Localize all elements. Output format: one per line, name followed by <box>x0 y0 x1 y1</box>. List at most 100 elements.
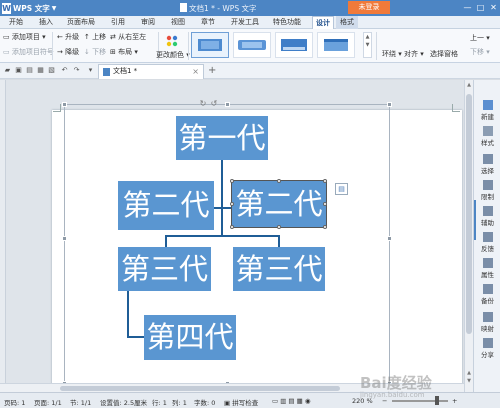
undo-icon[interactable]: ↶ <box>60 66 69 75</box>
node-gen3-left[interactable]: 第三代 <box>118 247 211 291</box>
view-mode-icons[interactable]: ▭ ▥ ▤ ▦ ◉ <box>272 397 311 405</box>
connector-gen4-vertical <box>127 289 129 337</box>
document-icon <box>180 3 187 12</box>
palette-icon[interactable] <box>165 34 179 48</box>
spell-check-toggle[interactable]: ▣ 拼写检查 <box>224 397 258 407</box>
tab-home[interactable]: 开始 <box>6 16 26 29</box>
new-doc-icon <box>482 100 493 110</box>
layout-button[interactable]: ⊞ 布局 ▾ <box>110 48 138 57</box>
task-assist[interactable]: 辅助 <box>474 206 500 227</box>
task-new[interactable]: 新建 <box>474 100 500 121</box>
move-down-button[interactable]: ↓ 下移 <box>84 48 106 57</box>
node-handle[interactable] <box>277 225 281 229</box>
right-to-left-button[interactable]: ⇄ 从右至左 <box>110 33 146 42</box>
selection-pane-button[interactable]: 选择窗格 <box>430 50 458 59</box>
wrap-button[interactable]: 环绕 ▾ <box>382 50 402 59</box>
node-handle[interactable] <box>277 179 281 183</box>
node-handle[interactable] <box>323 179 327 183</box>
scrollbar-thumb[interactable] <box>466 94 472 334</box>
status-page: 页码: 1 <box>4 399 26 407</box>
gallery-scroll[interactable]: ▲ ▼ <box>363 32 372 58</box>
resize-handle[interactable] <box>225 102 230 107</box>
tab-design[interactable]: 设计 <box>312 16 334 29</box>
open-icon[interactable]: ▰ <box>3 66 12 75</box>
tab-page-layout[interactable]: 页面布局 <box>66 16 96 29</box>
new-tab-button[interactable]: + <box>208 65 216 76</box>
layout-options-icon[interactable]: ▤ <box>335 183 348 195</box>
task-mapping[interactable]: 映射 <box>474 312 500 333</box>
title-bar: W WPS 文字 ▼ 文档1 * - WPS 文字 未登录 — □ ✕ <box>0 0 500 16</box>
resize-handle[interactable] <box>387 102 392 107</box>
customize-toolbar-icon[interactable]: ▾ <box>86 66 95 75</box>
task-properties[interactable]: 属性 <box>474 258 500 279</box>
bring-forward-button[interactable]: 上一 ▾ <box>470 34 490 43</box>
window-title: 文档1 * - WPS 文字 <box>180 3 256 14</box>
add-bullet-button[interactable]: ▭ 添加项目符号 <box>3 48 54 57</box>
node-handle[interactable] <box>323 202 327 206</box>
status-words[interactable]: 字数: 0 <box>194 397 215 407</box>
resize-handle[interactable] <box>62 236 67 241</box>
share-icon <box>482 338 493 348</box>
layout-style-1[interactable] <box>191 32 229 58</box>
tab-format[interactable]: 格式 <box>336 16 358 29</box>
preview-icon[interactable]: ▧ <box>47 66 56 75</box>
move-up-button[interactable]: ↑ 上移 <box>84 33 106 42</box>
vertical-scrollbar[interactable]: ▲ ▲ ▼ <box>464 80 473 392</box>
login-button[interactable]: 未登录 <box>348 1 390 14</box>
layout-style-4[interactable] <box>317 32 355 58</box>
resize-handle[interactable] <box>387 236 392 241</box>
tab-developer[interactable]: 开发工具 <box>230 16 260 29</box>
node-gen2-right[interactable]: 第二代 <box>231 180 327 228</box>
node-handle[interactable] <box>323 225 327 229</box>
export-pdf-icon[interactable]: ▤ <box>25 66 34 75</box>
rotate-icon[interactable]: ↺ <box>210 100 218 108</box>
node-gen4[interactable]: 第四代 <box>144 315 236 360</box>
save-icon[interactable]: ▣ <box>14 66 23 75</box>
document-tab[interactable]: 文档1 * × <box>98 64 204 79</box>
tab-references[interactable]: 引用 <box>108 16 128 29</box>
app-menu-button[interactable]: W WPS 文字 ▼ <box>2 2 56 14</box>
close-button[interactable]: ✕ <box>487 0 500 16</box>
properties-icon <box>482 258 493 268</box>
node-handle[interactable] <box>230 202 234 206</box>
node-handle[interactable] <box>230 225 234 229</box>
tab-sections[interactable]: 章节 <box>198 16 218 29</box>
task-styles[interactable]: 样式 <box>474 126 500 147</box>
redo-icon[interactable]: ↷ <box>72 66 81 75</box>
task-backup[interactable]: 备份 <box>474 284 500 305</box>
task-select[interactable]: 选择 <box>474 154 500 175</box>
layout-style-3[interactable] <box>275 32 313 58</box>
node-gen2-left[interactable]: 第二代 <box>118 181 214 230</box>
task-feedback[interactable]: 反馈 <box>474 232 500 253</box>
node-gen3-right[interactable]: 第三代 <box>233 247 325 291</box>
tab-view[interactable]: 视图 <box>168 16 188 29</box>
task-restrict[interactable]: 限制 <box>474 180 500 201</box>
minimize-button[interactable]: — <box>461 0 474 16</box>
change-color-button[interactable]: 更改颜色 ▾ <box>156 51 190 60</box>
backup-icon <box>482 284 493 294</box>
node-handle[interactable] <box>230 179 234 183</box>
promote-button[interactable]: ← 升级 <box>57 33 79 42</box>
add-item-button[interactable]: ▭ 添加项目 ▾ <box>3 33 46 42</box>
maximize-button[interactable]: □ <box>474 0 487 16</box>
scrollbar-thumb[interactable] <box>60 386 340 391</box>
resize-handle[interactable] <box>62 102 67 107</box>
close-tab-icon[interactable]: × <box>192 65 199 78</box>
tab-review[interactable]: 审阅 <box>138 16 158 29</box>
rotate-icon[interactable]: ↻ <box>199 100 207 108</box>
scroll-up-icon[interactable]: ▲ <box>465 82 473 88</box>
status-pages[interactable]: 页面: 1/1 <box>34 397 62 407</box>
send-backward-button[interactable]: 下移 ▾ <box>470 48 490 57</box>
task-share[interactable]: 分享 <box>474 338 500 359</box>
assist-icon <box>482 206 493 216</box>
print-icon[interactable]: ▦ <box>36 66 45 75</box>
node-gen1[interactable]: 第一代 <box>176 116 268 160</box>
chevron-down-icon: ▼ <box>51 4 57 12</box>
tab-special[interactable]: 特色功能 <box>272 16 302 29</box>
align-button[interactable]: 对齐 ▾ <box>404 50 424 59</box>
tab-insert[interactable]: 插入 <box>36 16 56 29</box>
window-controls: — □ ✕ <box>461 0 500 16</box>
demote-button[interactable]: → 降级 <box>57 48 79 57</box>
layout-style-2[interactable] <box>233 32 271 58</box>
connector-gen3-bar <box>165 235 280 237</box>
